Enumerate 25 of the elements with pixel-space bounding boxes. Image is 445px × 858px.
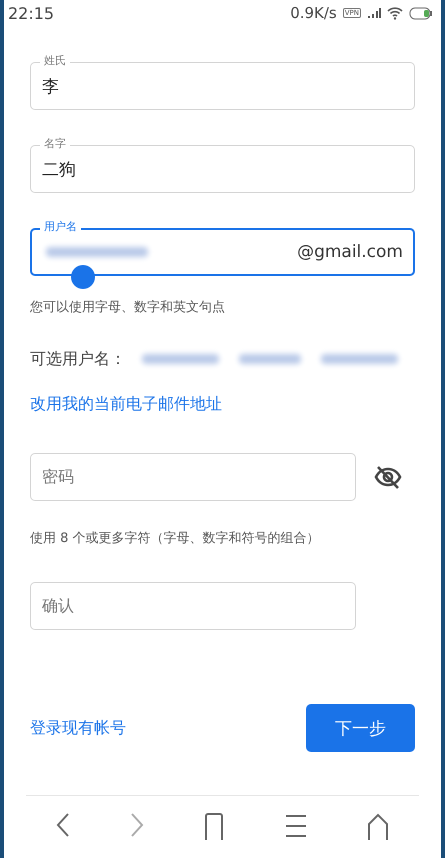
next-button[interactable]: 下一步	[306, 704, 415, 752]
clock: 22:15	[8, 4, 54, 22]
cursor-handle[interactable]	[70, 264, 96, 290]
menu-icon[interactable]	[284, 812, 307, 840]
field-label: 姓氏	[40, 54, 70, 68]
battery-icon	[409, 6, 433, 20]
username-hint: 您可以使用字母、数字和英文句点	[30, 299, 226, 316]
sign-in-link[interactable]: 登录现有帐号	[30, 718, 126, 738]
network-speed: 0.9K/s	[290, 4, 337, 22]
back-icon[interactable]	[56, 812, 70, 838]
suggestions-label: 可选用户名：	[30, 348, 126, 370]
field-label: 名字	[40, 137, 70, 150]
field-value: 二狗	[42, 158, 76, 180]
wifi-icon	[387, 6, 403, 20]
home-icon[interactable]	[366, 812, 389, 840]
password-field[interactable]: 密码	[30, 453, 356, 501]
use-email-link[interactable]: 改用我的当前电子邮件地址	[30, 394, 222, 413]
signal-icon	[367, 7, 381, 19]
field-value: 李	[42, 76, 59, 98]
password-hint: 使用 8 个或更多字符（字母、数字和符号的组合）	[30, 531, 320, 546]
field-label: 用户名	[40, 220, 81, 234]
email-suffix: @gmail.com	[297, 242, 403, 262]
hidden-eye-icon[interactable]	[374, 464, 402, 490]
tabs-icon[interactable]	[204, 812, 224, 840]
confirm-field[interactable]: 确认	[30, 582, 356, 630]
